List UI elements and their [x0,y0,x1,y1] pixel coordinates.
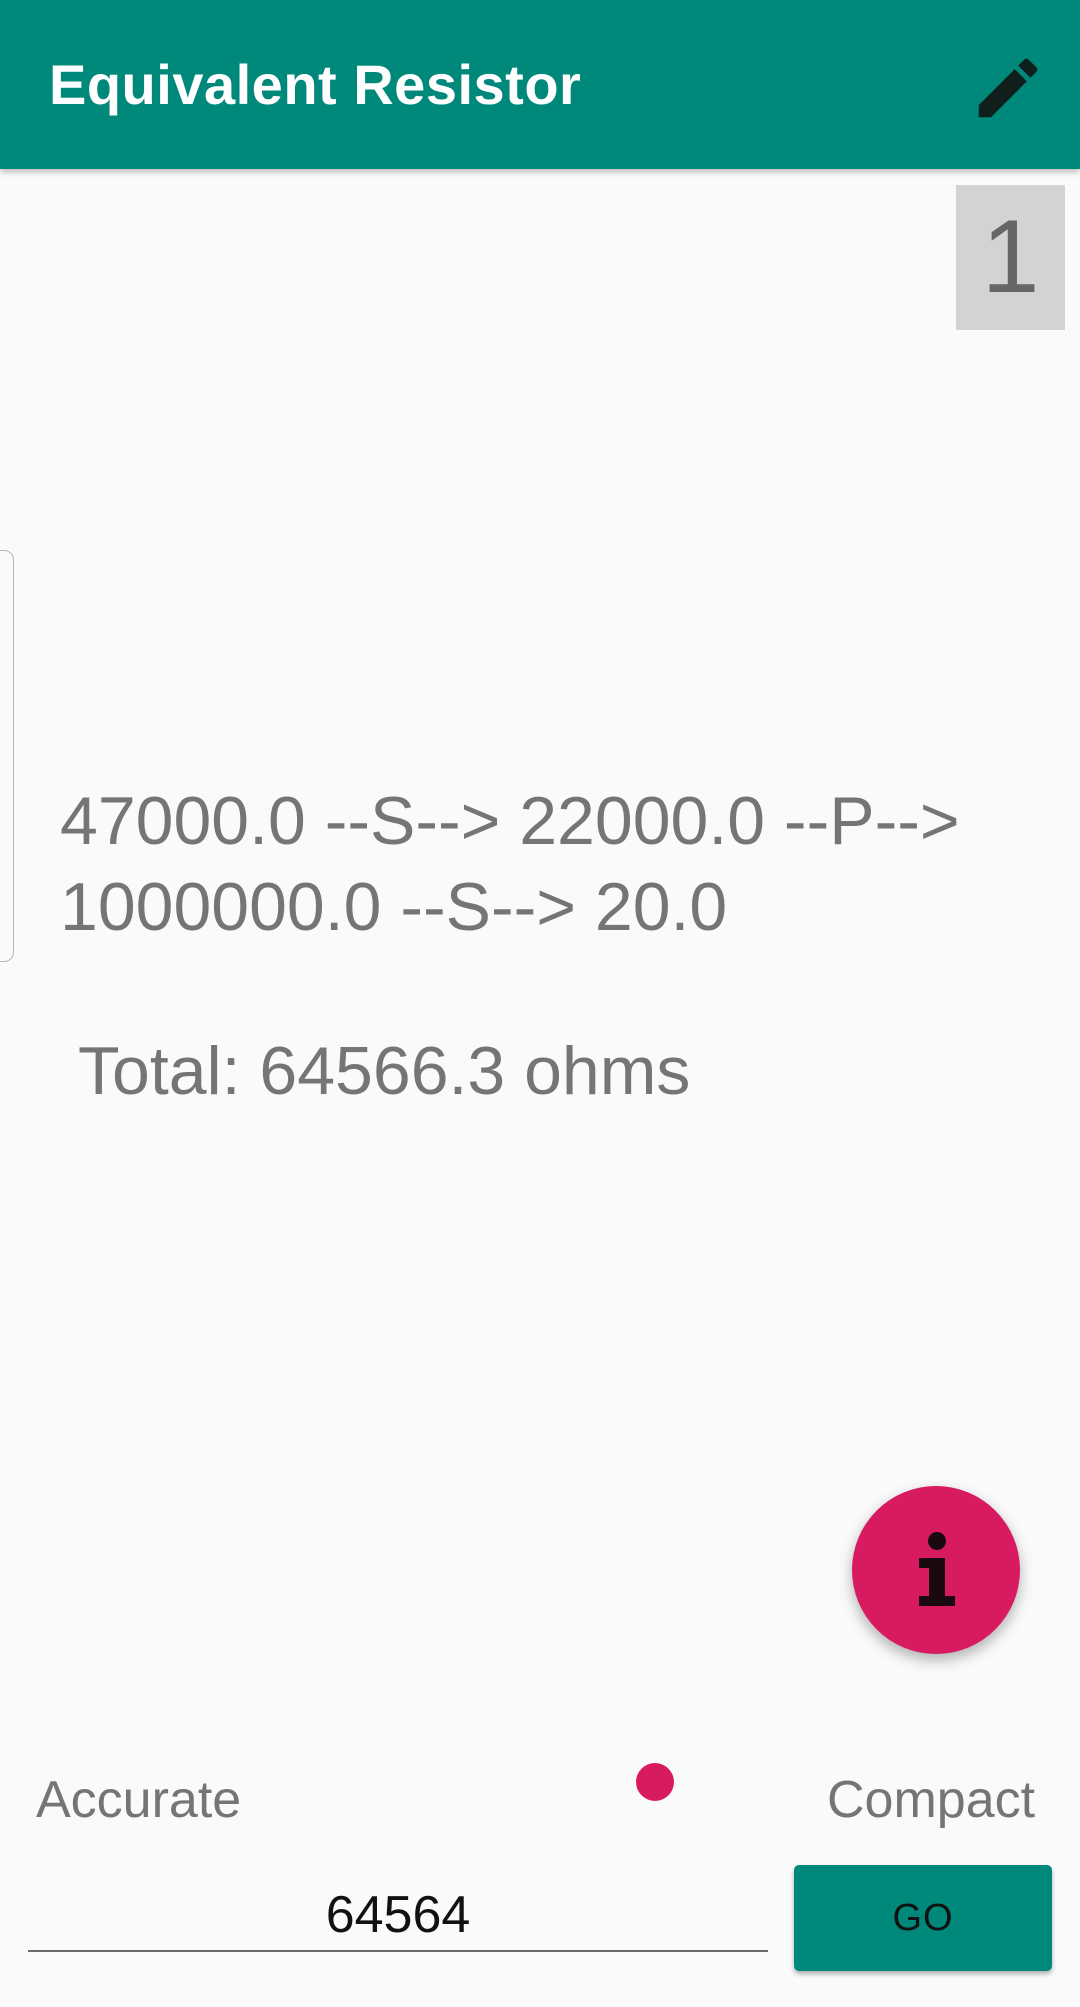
compact-label: Compact [827,1771,1036,1829]
app-bar: Equivalent Resistor [0,0,1080,169]
chain-line-1: 47000.0 --S--> 22000.0 --P--> [60,783,960,859]
info-button[interactable] [852,1486,1020,1654]
total-resistance: Total: 64566.3 ohms [78,1033,691,1109]
edit-button[interactable] [960,40,1056,136]
app-title: Equivalent Resistor [49,53,582,116]
chain-line-2: 1000000.0 --S--> 20.0 [60,869,728,945]
resistor-chain: 47000.0 --S--> 22000.0 --P--> 1000000.0 … [60,778,1020,950]
page-indicator: 1 [956,185,1065,330]
info-icon [919,1532,955,1606]
mode-slider[interactable] [270,1760,790,1810]
slider-thumb[interactable] [636,1763,674,1801]
resistance-input[interactable] [28,1880,768,1952]
go-button[interactable]: GO [794,1865,1052,1971]
drawer-handle[interactable] [0,550,14,962]
pencil-icon [978,58,1038,118]
accurate-label: Accurate [36,1771,242,1829]
